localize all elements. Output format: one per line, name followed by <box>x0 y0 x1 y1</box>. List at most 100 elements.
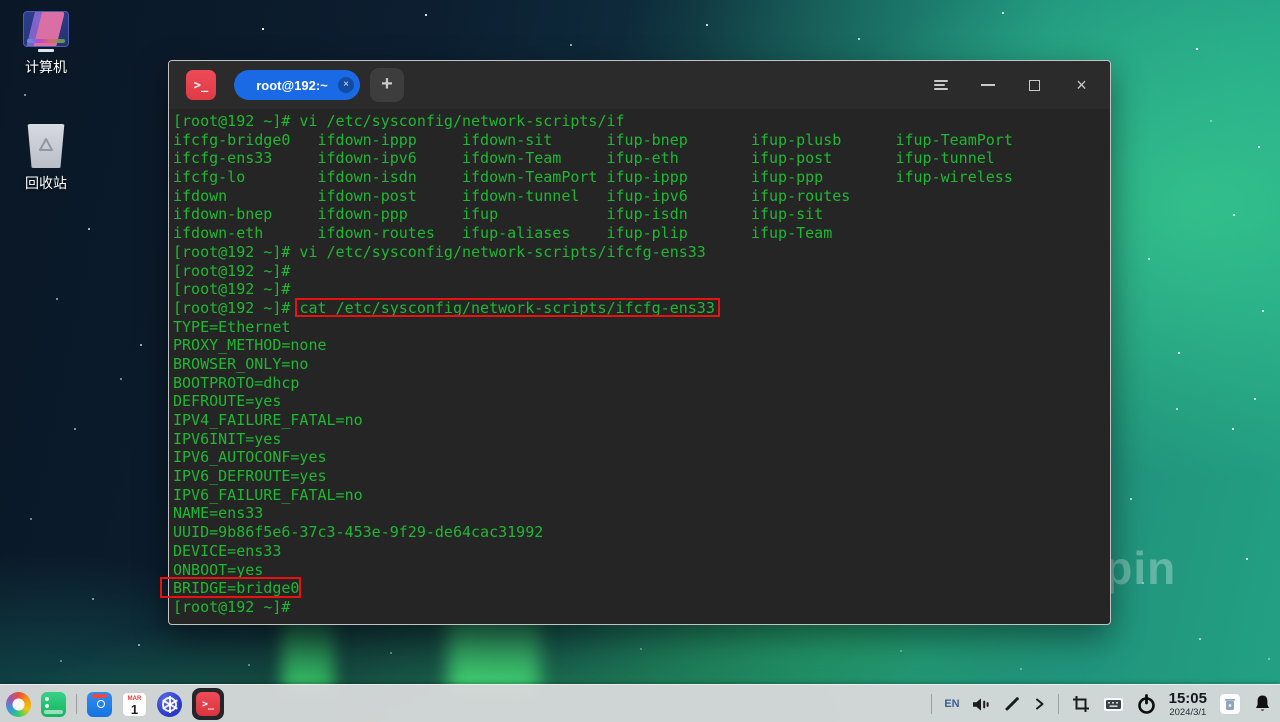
recycle-symbol-icon <box>39 138 53 151</box>
terminal-line: IPV6_DEFROUTE=yes <box>173 467 1110 486</box>
terminal-text: IPV6INIT=yes <box>173 429 282 448</box>
menu-button[interactable] <box>924 69 957 102</box>
terminal-text: DEVICE=ens33 <box>173 541 282 560</box>
taskbar-divider <box>1057 694 1059 714</box>
terminal-text: ifcfg-bridge0 ifdown-ippp ifdown-sit ifu… <box>173 130 1013 149</box>
highlighted-command: BRIDGE=bridge0 <box>173 579 300 598</box>
terminal-text: UUID=9b86f5e6-37c3-453e-9f29-de64cac3199… <box>173 523 544 542</box>
terminal-text: TYPE=Ethernet <box>173 317 291 336</box>
taskbar: MAR 1 >_ EN 15:05 2024/3/1 <box>0 684 1280 722</box>
taskbar-divider <box>76 694 77 714</box>
terminal-text: ifdown-eth ifdown-routes ifup-aliases if… <box>173 224 833 243</box>
desktop: deepin 计算机 回收站 >_ root@192:~ × + <box>0 0 1280 722</box>
terminal-line: IPV6_AUTOCONF=yes <box>173 448 1110 467</box>
pen-icon[interactable] <box>1003 695 1021 713</box>
taskbar-divider <box>931 694 933 714</box>
taskbar-terminal-active[interactable]: >_ <box>192 688 224 720</box>
close-button[interactable]: × <box>1065 69 1098 102</box>
screenshot-icon[interactable] <box>1071 694 1091 714</box>
maximize-button[interactable] <box>1018 69 1051 102</box>
terminal-text: ifcfg-lo ifdown-isdn ifdown-TeamPort ifu… <box>173 168 1013 187</box>
recycle-bin-icon <box>27 124 65 168</box>
terminal-text: BROWSER_ONLY=no <box>173 354 309 373</box>
desktop-icon-label: 计算机 <box>25 59 67 75</box>
taskbar-app-icons: MAR 1 >_ <box>6 685 224 722</box>
chevron-expand-icon[interactable] <box>1033 696 1046 712</box>
terminal-line: [root@192 ~]# vi /etc/sysconfig/network-… <box>173 243 1110 262</box>
terminal-line: [root@192 ~]# <box>173 280 1110 299</box>
terminal-text: ifcfg-ens33 ifdown-ipv6 ifdown-Team ifup… <box>173 149 995 168</box>
terminal-line: ifdown ifdown-post ifdown-tunnel ifup-ip… <box>173 187 1110 206</box>
terminal-line: ifdown-eth ifdown-routes ifup-aliases if… <box>173 224 1110 243</box>
language-indicator[interactable]: EN <box>944 698 959 710</box>
terminal-titlebar[interactable]: >_ root@192:~ × + × <box>169 61 1110 109</box>
terminal-text: [root@192 ~]# <box>173 280 291 299</box>
terminal-text: [root@192 ~]# vi /etc/sysconfig/network-… <box>173 242 706 261</box>
wallpaper-stars <box>0 0 2 2</box>
terminal-line: ifcfg-lo ifdown-isdn ifdown-TeamPort ifu… <box>173 168 1110 187</box>
terminal-text: [root@192 ~]# <box>173 597 291 616</box>
terminal-line: IPV4_FAILURE_FATAL=no <box>173 411 1110 430</box>
terminal-output[interactable]: [root@192 ~]# vi /etc/sysconfig/network-… <box>169 109 1110 617</box>
wallpaper-stars <box>0 0 2 2</box>
tab-title: root@192:~ <box>256 77 328 93</box>
onscreen-keyboard-icon[interactable] <box>1102 696 1124 712</box>
terminal-text: IPV4_FAILURE_FATAL=no <box>173 411 363 429</box>
minimize-button[interactable] <box>971 69 1004 102</box>
computer-icon <box>23 11 69 47</box>
calendar-day: 1 <box>130 701 139 717</box>
tab-close-icon[interactable]: × <box>338 77 354 93</box>
window-controls: × <box>924 61 1098 109</box>
terminal-icon: >_ <box>196 692 220 716</box>
terminal-line: IPV6_FAILURE_FATAL=no <box>173 486 1110 505</box>
new-tab-button[interactable]: + <box>370 68 404 102</box>
app-store-icon[interactable] <box>87 691 112 717</box>
clock-date: 2024/3/1 <box>1169 706 1207 718</box>
monitor-stand <box>38 49 54 52</box>
terminal-line: [root@192 ~]# vi /etc/sysconfig/network-… <box>173 112 1110 131</box>
terminal-line: [root@192 ~]# <box>173 262 1110 281</box>
launcher-icon[interactable] <box>6 691 31 717</box>
terminal-line: UUID=9b86f5e6-37c3-453e-9f29-de64cac3199… <box>173 523 1110 542</box>
hamburger-icon <box>933 80 948 90</box>
terminal-line: [root@192 ~]# cat /etc/sysconfig/network… <box>173 299 1110 318</box>
terminal-tab[interactable]: root@192:~ × <box>234 70 360 100</box>
taskbar-clock[interactable]: 15:05 2024/3/1 <box>1169 691 1207 718</box>
maximize-icon <box>1029 79 1040 91</box>
terminal-line: BOOTPROTO=dhcp <box>173 374 1110 393</box>
terminal-line: DEFROUTE=yes <box>173 392 1110 411</box>
desktop-icon-label: 回收站 <box>25 175 67 191</box>
browser-icon[interactable] <box>157 691 182 717</box>
volume-icon[interactable] <box>972 696 991 713</box>
terminal-text: ifdown ifdown-post ifdown-tunnel ifup-ip… <box>173 186 851 205</box>
terminal-line: DEVICE=ens33 <box>173 542 1110 561</box>
minimize-icon <box>980 84 995 86</box>
terminal-text: BOOTPROTO=dhcp <box>173 373 300 392</box>
terminal-text: [root@192 ~]# <box>173 261 291 280</box>
terminal-text: IPV6_AUTOCONF=yes <box>173 448 327 467</box>
terminal-text: ifdown-bnep ifdown-ppp ifup ifup-isdn if… <box>173 205 824 224</box>
desktop-icon-recycle-bin[interactable]: 回收站 <box>7 124 85 193</box>
clock-time: 15:05 <box>1168 689 1207 707</box>
calendar-icon[interactable]: MAR 1 <box>122 691 147 717</box>
tray-trash-icon[interactable] <box>1219 693 1241 715</box>
terminal-text: IPV6_FAILURE_FATAL=no <box>173 485 363 504</box>
terminal-app-icon: >_ <box>186 70 216 100</box>
terminal-line: PROXY_METHOD=none <box>173 336 1110 355</box>
terminal-text: [root@192 ~]# <box>173 298 300 317</box>
power-icon[interactable] <box>1136 693 1157 715</box>
notification-bell-icon[interactable] <box>1253 694 1272 714</box>
terminal-text: IPV6_DEFROUTE=yes <box>173 467 327 486</box>
system-tray: EN 15:05 2024/3/1 <box>931 685 1272 722</box>
terminal-text: ONBOOT=yes <box>173 560 264 579</box>
terminal-line: ONBOOT=yes <box>173 561 1110 580</box>
highlighted-command: cat /etc/sysconfig/network-scripts/ifcfg… <box>299 298 715 317</box>
desktop-icon-computer[interactable]: 计算机 <box>7 11 85 77</box>
terminal-line: [root@192 ~]# <box>173 598 1110 617</box>
terminal-line: ifcfg-ens33 ifdown-ipv6 ifdown-Team ifup… <box>173 149 1110 168</box>
terminal-window: >_ root@192:~ × + × [root@192 ~]# vi /et… <box>168 60 1111 625</box>
file-manager-icon[interactable] <box>41 691 66 717</box>
terminal-text: NAME=ens33 <box>173 504 264 523</box>
terminal-line: IPV6INIT=yes <box>173 430 1110 449</box>
terminal-line: NAME=ens33 <box>173 504 1110 523</box>
